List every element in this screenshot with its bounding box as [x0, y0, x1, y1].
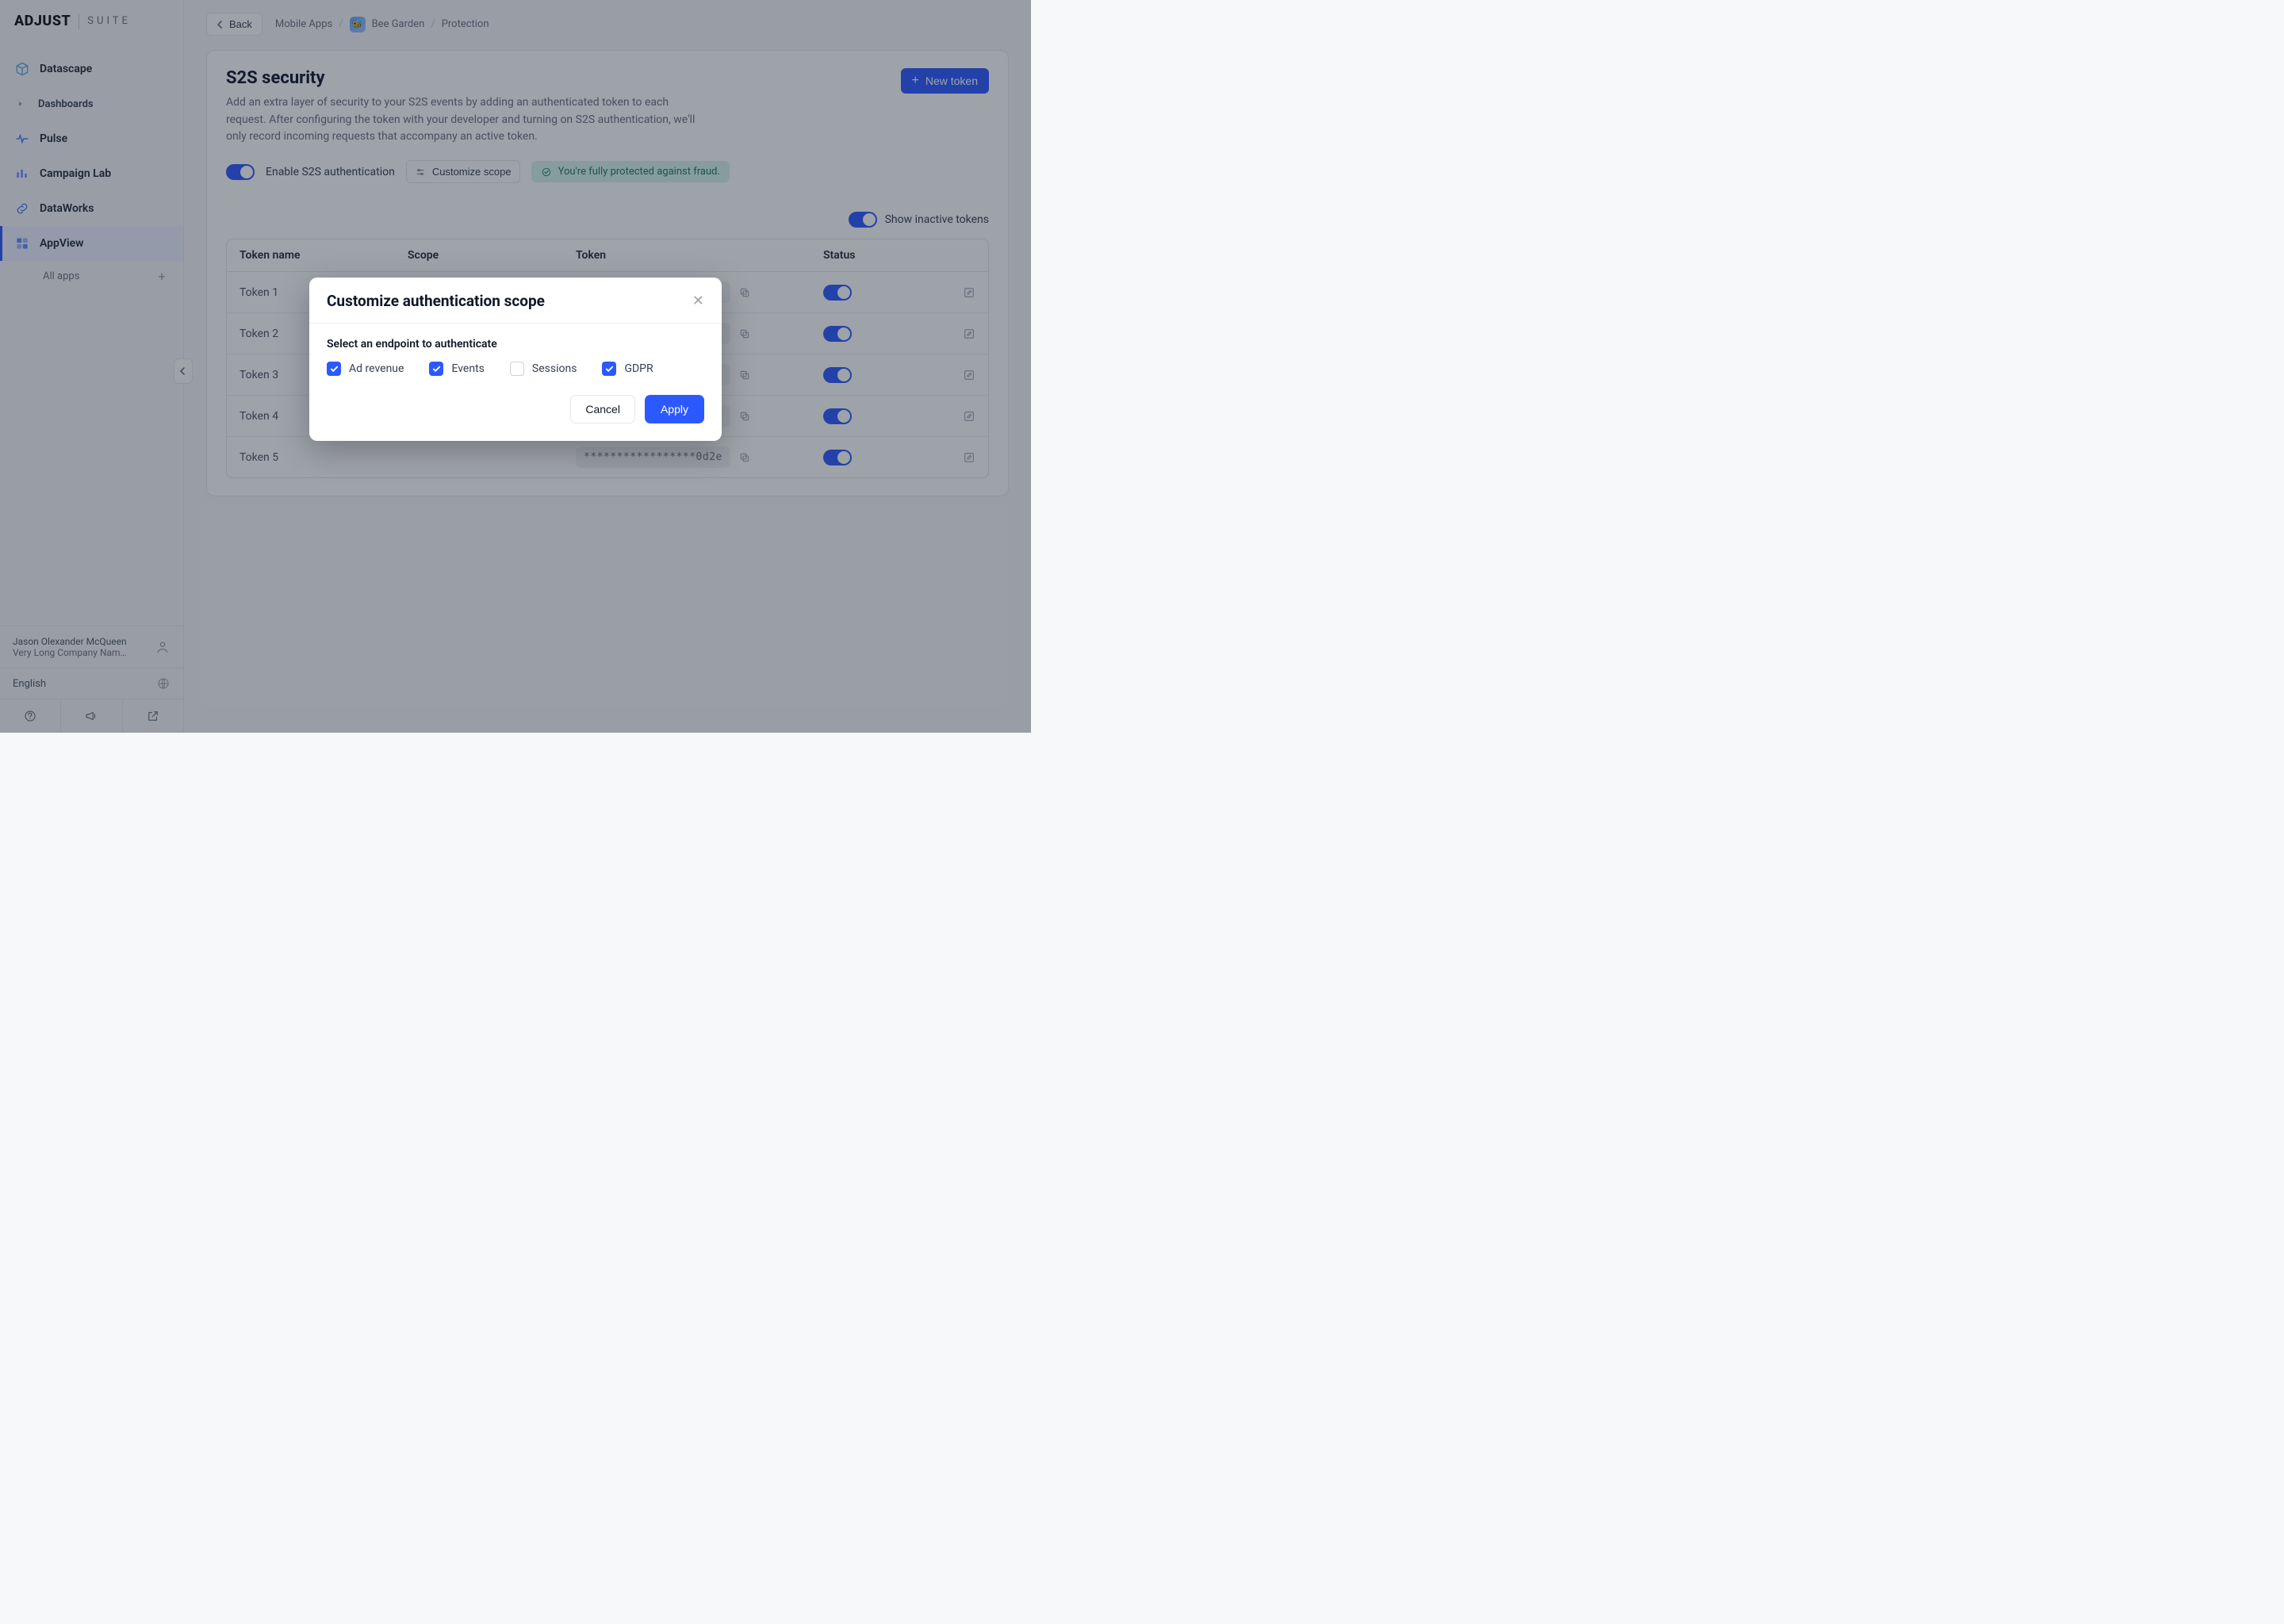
modal-subtitle: Select an endpoint to authenticate [327, 338, 704, 350]
close-icon[interactable]: ✕ [692, 294, 704, 308]
checkbox-label: Events [451, 362, 484, 375]
modal-body: Select an endpoint to authenticate Ad re… [309, 324, 722, 381]
modal-footer: Cancel Apply [309, 381, 722, 441]
cancel-button[interactable]: Cancel [570, 395, 635, 423]
checkbox-sessions[interactable]: Sessions [510, 362, 577, 376]
modal-title: Customize authentication scope [327, 292, 545, 310]
checkbox-icon [602, 362, 616, 376]
endpoint-checkbox-row: Ad revenue Events Sessions GDPR [327, 362, 704, 376]
apply-button[interactable]: Apply [645, 395, 704, 423]
checkbox-events[interactable]: Events [429, 362, 484, 376]
checkbox-ad-revenue[interactable]: Ad revenue [327, 362, 404, 376]
checkbox-label: Sessions [532, 362, 577, 375]
checkbox-icon [510, 362, 524, 376]
checkbox-gdpr[interactable]: GDPR [602, 362, 653, 376]
checkbox-label: Ad revenue [349, 362, 404, 375]
checkbox-icon [327, 362, 341, 376]
modal-header: Customize authentication scope ✕ [309, 278, 722, 324]
checkbox-label: GDPR [624, 362, 653, 375]
checkbox-icon [429, 362, 443, 376]
customize-scope-modal: Customize authentication scope ✕ Select … [309, 278, 722, 441]
